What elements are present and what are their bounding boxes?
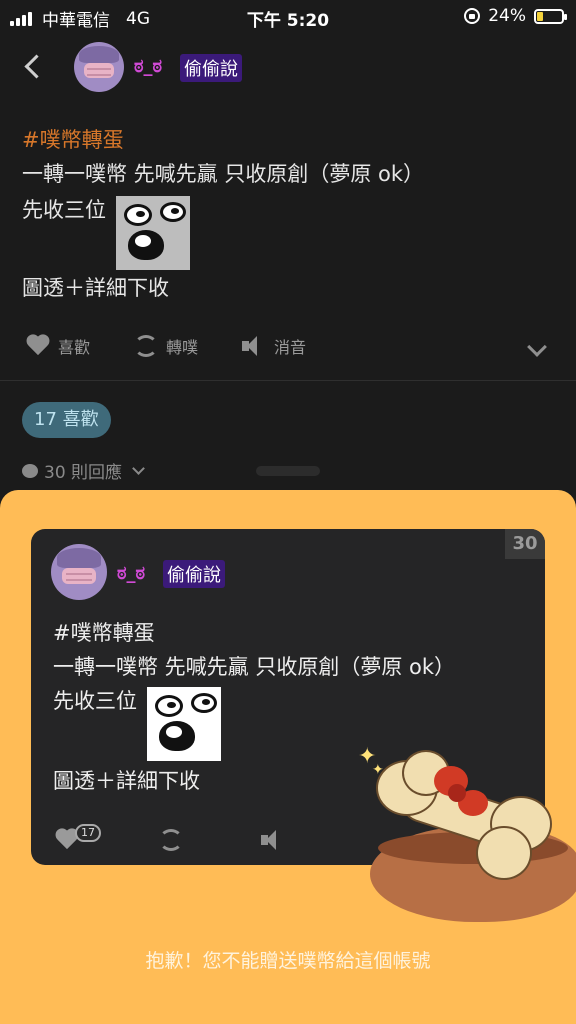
avatar[interactable]	[74, 42, 124, 92]
user-nickname[interactable]: ಠ_ಠ	[134, 56, 162, 77]
like-label: 喜歡	[58, 338, 91, 357]
post-line-1: 一轉一噗幣 先喊先贏 只收原創（夢原 ok）	[22, 162, 425, 186]
status-right: 24%	[464, 6, 567, 26]
status-bar: 中華電信 4G 下午 5:20 24%	[0, 0, 576, 34]
gift-sheet: 30 ಠ_ಠ 偷偷說 #噗幣轉蛋 一轉一噗幣 先喊先贏 只收原創（夢原 ok） …	[0, 490, 576, 1024]
mute-label: 消音	[274, 338, 307, 357]
post-line-3: 圖透＋詳細下收	[22, 276, 169, 300]
card-nickname: ಠ_ಠ	[117, 563, 146, 584]
sheet-grabber[interactable]	[256, 466, 320, 476]
rotation-lock-icon	[464, 8, 481, 24]
responses-label: 30 則回應	[44, 463, 123, 483]
card-line-3: 圖透＋詳細下收	[53, 769, 200, 793]
chevron-down-icon	[527, 337, 547, 357]
back-button[interactable]	[22, 50, 44, 82]
sticker-left-eye	[124, 204, 152, 226]
post-line-2: 先收三位	[22, 194, 190, 270]
sparkle-icon: ✦	[372, 762, 384, 778]
avatar-mask	[62, 567, 96, 585]
replurk-icon	[134, 335, 158, 357]
like-button[interactable]: 喜歡	[26, 334, 90, 358]
bone-in-bowl-illustration: ✦ ✦	[358, 744, 576, 936]
responses-toggle[interactable]: 30 則回應	[22, 458, 145, 483]
avatar-mask	[84, 63, 114, 78]
card-hashtag: #噗幣轉蛋	[53, 621, 155, 645]
bone-end	[476, 826, 532, 880]
avatar-hair	[56, 548, 102, 568]
mute-button[interactable]: 消音	[242, 334, 306, 358]
battery-percent: 24%	[488, 6, 526, 26]
more-button[interactable]	[527, 337, 547, 357]
surprised-face-sticker	[147, 687, 221, 761]
ribbon-knot	[448, 784, 466, 802]
battery-fill	[537, 11, 543, 21]
anonymous-badge: 偷偷說	[180, 54, 242, 82]
card-line-1: 一轉一噗幣 先喊先贏 只收原創（夢原 ok）	[53, 655, 456, 679]
post-actions: 喜歡 轉噗 消音	[0, 334, 576, 372]
avatar-hair	[79, 46, 119, 63]
chevron-down-icon	[132, 462, 145, 475]
chat-bubble-icon	[22, 463, 38, 478]
surprised-face-sticker[interactable]	[116, 196, 190, 270]
replurk-button[interactable]: 轉噗	[134, 334, 198, 358]
response-counter: 30	[505, 529, 545, 559]
post-line-2-text: 先收三位	[22, 198, 106, 222]
avatar	[51, 544, 107, 600]
card-like-count: 17	[75, 824, 101, 842]
gift-unavailable-message: 抱歉！您不能贈送噗幣給這個帳號	[145, 950, 431, 972]
heart-icon	[26, 335, 50, 357]
speaker-icon	[242, 335, 266, 357]
likes-count-pill[interactable]: 17 喜歡	[22, 402, 111, 438]
sticker-left-eye	[155, 695, 183, 717]
sticker-right-eye	[160, 202, 186, 222]
post-hashtag[interactable]: #噗幣轉蛋	[22, 124, 124, 156]
sticker-mouth	[159, 721, 195, 751]
card-line-2-text: 先收三位	[53, 689, 137, 713]
replurk-icon	[159, 829, 183, 851]
sticker-mouth	[128, 230, 164, 260]
sticker-right-eye	[191, 693, 217, 713]
card-line-2: 先收三位	[53, 685, 221, 761]
card-anonymous-badge: 偷偷說	[163, 560, 225, 588]
battery-icon	[534, 8, 567, 24]
speaker-icon	[261, 829, 285, 851]
divider	[0, 380, 576, 381]
replurk-label: 轉噗	[166, 338, 199, 357]
